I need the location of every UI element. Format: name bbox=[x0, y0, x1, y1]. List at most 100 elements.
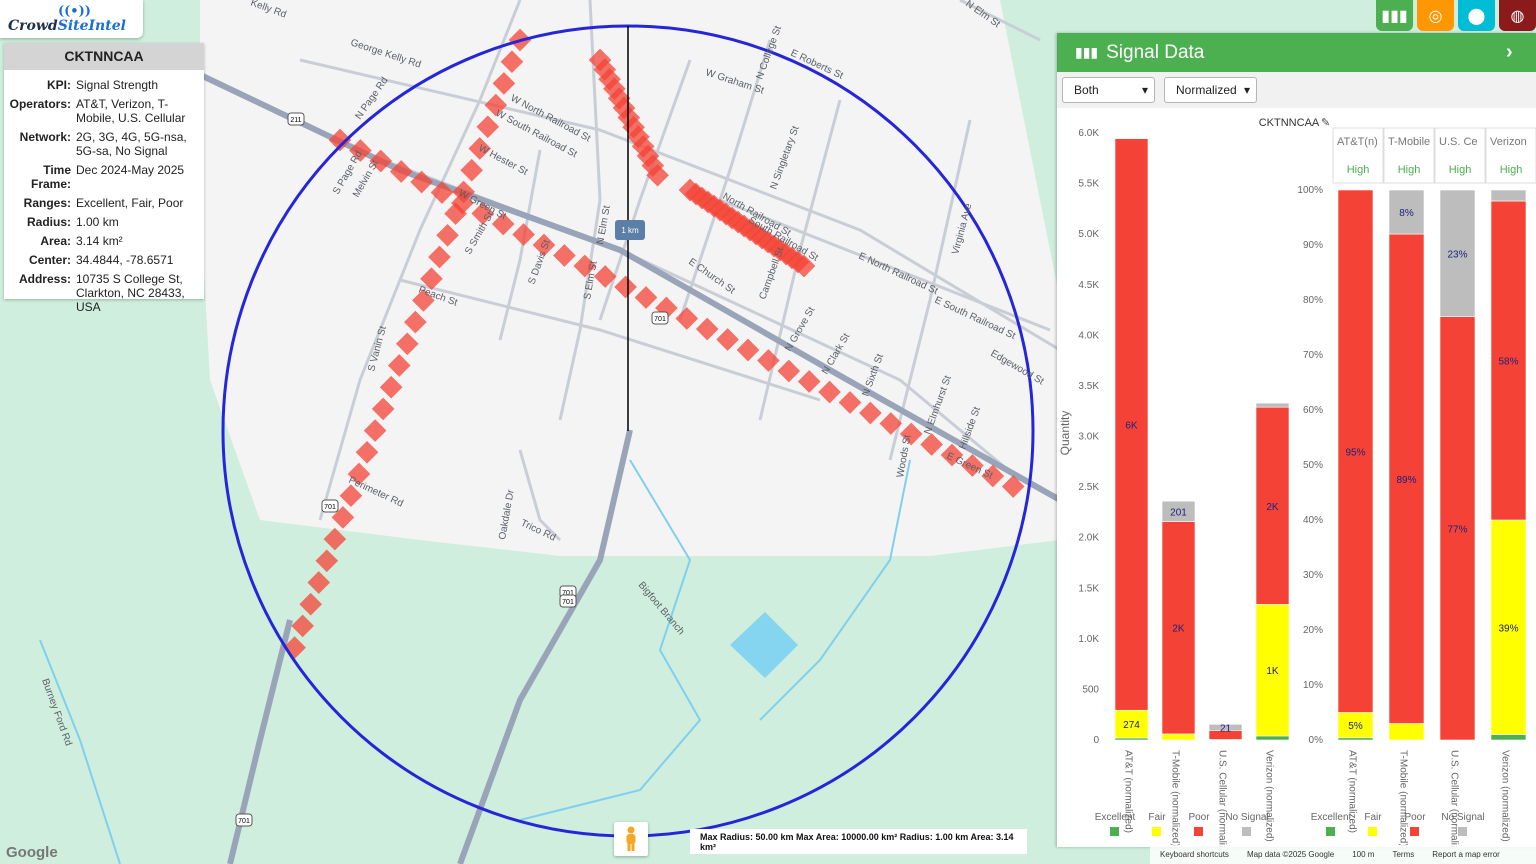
legend-label: Poor bbox=[1188, 812, 1210, 823]
bar-segment[interactable] bbox=[1490, 189, 1527, 202]
route-shield: 701 bbox=[235, 813, 253, 827]
y-tick-label: 10% bbox=[1303, 680, 1323, 691]
x-tick-label: T-Mobile (normalized) bbox=[1398, 750, 1409, 847]
operator-header: U.S. Ce bbox=[1439, 136, 1478, 148]
info-row: Time Frame: Dec 2024-May 2025 bbox=[4, 163, 204, 191]
report-map-error-link[interactable]: Report a map error bbox=[1432, 850, 1500, 859]
legend-swatch bbox=[1110, 827, 1119, 836]
bar-segment[interactable] bbox=[1337, 737, 1374, 741]
y-tick-label: 3.0K bbox=[1078, 432, 1099, 443]
y-tick-label: 20% bbox=[1303, 625, 1323, 636]
info-key: Network: bbox=[19, 130, 71, 144]
terms-link[interactable]: Terms bbox=[1392, 850, 1414, 859]
edit-pencil-icon[interactable]: ✎ bbox=[1321, 117, 1330, 129]
y-tick-label: 60% bbox=[1303, 405, 1323, 416]
route-shield-label: 701 bbox=[324, 504, 336, 511]
legend-swatch bbox=[1242, 827, 1251, 836]
location-button[interactable]: ⬤ bbox=[1458, 0, 1495, 31]
legend-swatch bbox=[1326, 827, 1335, 836]
globe-icon: ◍ bbox=[1510, 7, 1525, 25]
data-label: 2K bbox=[1172, 624, 1185, 635]
data-label: 274 bbox=[1123, 720, 1140, 731]
route-shield-label: 701 bbox=[562, 599, 574, 606]
signal-charts: CKTNNCAA Quantity 0 500 1.0K 1.5K 2.0K 2.5K 3.0K… bbox=[1058, 117, 1536, 847]
info-row: Network: 2G, 3G, 4G, 5G-nsa, 5G-sa, No Si… bbox=[4, 130, 204, 158]
target-button[interactable]: ◎ bbox=[1417, 0, 1454, 31]
data-label: 89% bbox=[1396, 475, 1416, 486]
antenna-icon: ((•)) bbox=[58, 4, 91, 19]
data-label: 201 bbox=[1170, 507, 1187, 518]
filter-select-value: Both bbox=[1074, 83, 1099, 97]
map-data-text: Map data ©2025 Google bbox=[1246, 850, 1335, 859]
y-tick-label: 4.5K bbox=[1078, 280, 1099, 291]
info-row: Center: 34.4844, -78.6571 bbox=[4, 253, 204, 267]
bar-segment[interactable] bbox=[1114, 737, 1149, 741]
site-title: CKTNNCAA bbox=[4, 43, 204, 70]
y-tick-label: 40% bbox=[1303, 515, 1323, 526]
y-tick-label: 4.0K bbox=[1078, 330, 1099, 341]
mode-select[interactable]: Normalized ▾ bbox=[1164, 77, 1257, 103]
target-icon: ◎ bbox=[1428, 7, 1443, 25]
info-row: Radius: 1.00 km bbox=[4, 215, 204, 229]
operator-header: T-Mobile bbox=[1388, 136, 1430, 148]
y-tick-label: 5.0K bbox=[1078, 229, 1099, 240]
y-tick-label: 0 bbox=[1093, 735, 1099, 746]
operator-header: Verizon bbox=[1490, 136, 1527, 148]
location-pin-icon: ⬤ bbox=[1467, 7, 1486, 25]
route-shield: 701 bbox=[651, 311, 669, 325]
logo-siteintel: SiteIntel bbox=[57, 18, 126, 34]
y-tick-label: 2.0K bbox=[1078, 533, 1099, 544]
bar-segment[interactable] bbox=[1161, 733, 1196, 741]
bar-segment[interactable] bbox=[1388, 723, 1425, 741]
scale-label: 1 km bbox=[621, 226, 639, 235]
info-value: Dec 2024-May 2025 bbox=[76, 163, 185, 177]
info-row: Area: 3.14 km² bbox=[4, 234, 204, 248]
keyboard-shortcuts-link[interactable]: Keyboard shortcuts bbox=[1160, 850, 1229, 859]
globe-button[interactable]: ◍ bbox=[1499, 0, 1536, 31]
route-shield: 701 bbox=[321, 499, 339, 513]
bar-segment[interactable] bbox=[1490, 734, 1527, 741]
info-value: 34.4844, -78.6571 bbox=[76, 253, 174, 267]
y-tick-label: 2.5K bbox=[1078, 482, 1099, 493]
operator-header: AT&T(n) bbox=[1337, 136, 1378, 148]
legend-label: Excellent bbox=[1311, 812, 1352, 823]
bar-segment[interactable] bbox=[1255, 735, 1290, 741]
legend-swatch bbox=[1410, 827, 1419, 836]
panel-toolbar: Both ▾ Normalized ▾ bbox=[1057, 72, 1536, 108]
y-tick-label: 30% bbox=[1303, 570, 1323, 581]
route-shield-label: 211 bbox=[290, 117, 301, 124]
x-tick-label: U.S. Cellular (normalized) bbox=[1449, 750, 1460, 847]
chevron-right-icon[interactable]: › bbox=[1506, 41, 1536, 64]
data-label: 1K bbox=[1266, 666, 1279, 677]
level-label: High bbox=[1500, 164, 1523, 176]
map-scale-text: 100 m bbox=[1352, 850, 1375, 859]
y-tick-label: 0% bbox=[1309, 735, 1324, 746]
map-footer: Keyboard shortcuts Map data ©2025 Google… bbox=[1150, 845, 1536, 864]
info-key: Area: bbox=[40, 234, 71, 248]
site-info-card: CKTNNCAA KPI: Signal Strength Operators: AT… bbox=[4, 43, 204, 314]
street-view-pegman[interactable] bbox=[614, 822, 648, 856]
data-label: 6K bbox=[1125, 420, 1138, 431]
y-tick-label: 70% bbox=[1303, 350, 1323, 361]
info-key: Radius: bbox=[26, 215, 71, 229]
top-toolbar: ▮▮▮ ◎ ⬤ ◍ bbox=[1376, 0, 1536, 31]
radius-info-text: Max Radius: 50.00 km Max Area: 10000.00 … bbox=[700, 831, 1014, 852]
legend-label: Excellent bbox=[1095, 812, 1136, 823]
mode-select-value: Normalized bbox=[1176, 83, 1237, 97]
y-axis-label: Quantity bbox=[1058, 411, 1072, 456]
data-label: 95% bbox=[1345, 447, 1365, 458]
logo-crowd: Crowd bbox=[8, 18, 58, 34]
filter-select[interactable]: Both ▾ bbox=[1062, 77, 1155, 103]
y-tick-label: 1.5K bbox=[1078, 583, 1099, 594]
legend-label: Fair bbox=[1364, 812, 1382, 823]
bar-segment[interactable] bbox=[1255, 402, 1290, 408]
data-label: 2K bbox=[1266, 502, 1279, 513]
pegman-icon bbox=[626, 826, 636, 851]
route-shield-label: 701 bbox=[238, 818, 250, 825]
route-shield-label: 701 bbox=[654, 316, 666, 323]
data-label: 77% bbox=[1447, 524, 1467, 535]
y-tick-label: 500 bbox=[1082, 684, 1099, 695]
panel-header: ▮▮▮ Signal Data › bbox=[1057, 33, 1536, 72]
data-label: 23% bbox=[1447, 249, 1467, 260]
chart-button[interactable]: ▮▮▮ bbox=[1376, 0, 1413, 31]
